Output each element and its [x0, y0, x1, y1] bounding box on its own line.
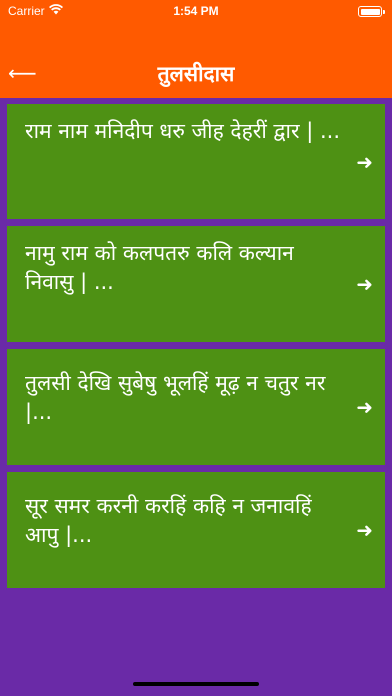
status-time: 1:54 PM [173, 4, 219, 18]
list-item[interactable]: तुलसी देखि सुबेषु भूलहिं मूढ़ न चतुर नर … [7, 349, 385, 465]
home-indicator [133, 682, 259, 686]
list-item[interactable]: सूर समर करनी करहिं कहि न जनावहिं आपु |..… [7, 472, 385, 588]
page-title: तुलसीदास [157, 62, 235, 86]
list-item-text: सूर समर करनी करहिं कहि न जनावहिं आपु |..… [25, 494, 312, 547]
list-item-text: राम नाम मनिदीप धरु जीह देहरीं द्वार | ..… [25, 119, 340, 143]
app-header: Carrier 1:54 PM ⟵ तुलसीदास [0, 0, 392, 98]
list-item[interactable]: नामु राम को कलपतरु कलि कल्यान निवासु | .… [7, 226, 385, 342]
arrow-right-icon: ➜ [356, 395, 373, 419]
status-bar: Carrier 1:54 PM [0, 0, 392, 22]
list-item-text: तुलसी देखि सुबेषु भूलहिं मूढ़ न चतुर नर … [25, 371, 326, 424]
arrow-right-icon: ➜ [356, 149, 373, 174]
list-item[interactable]: राम नाम मनिदीप धरु जीह देहरीं द्वार | ..… [7, 104, 385, 219]
arrow-right-icon: ➜ [356, 518, 373, 542]
arrow-right-icon: ➜ [356, 272, 373, 296]
battery-icon [358, 6, 385, 17]
list-item-text: नामु राम को कलपतरु कलि कल्यान निवासु | .… [25, 241, 294, 294]
